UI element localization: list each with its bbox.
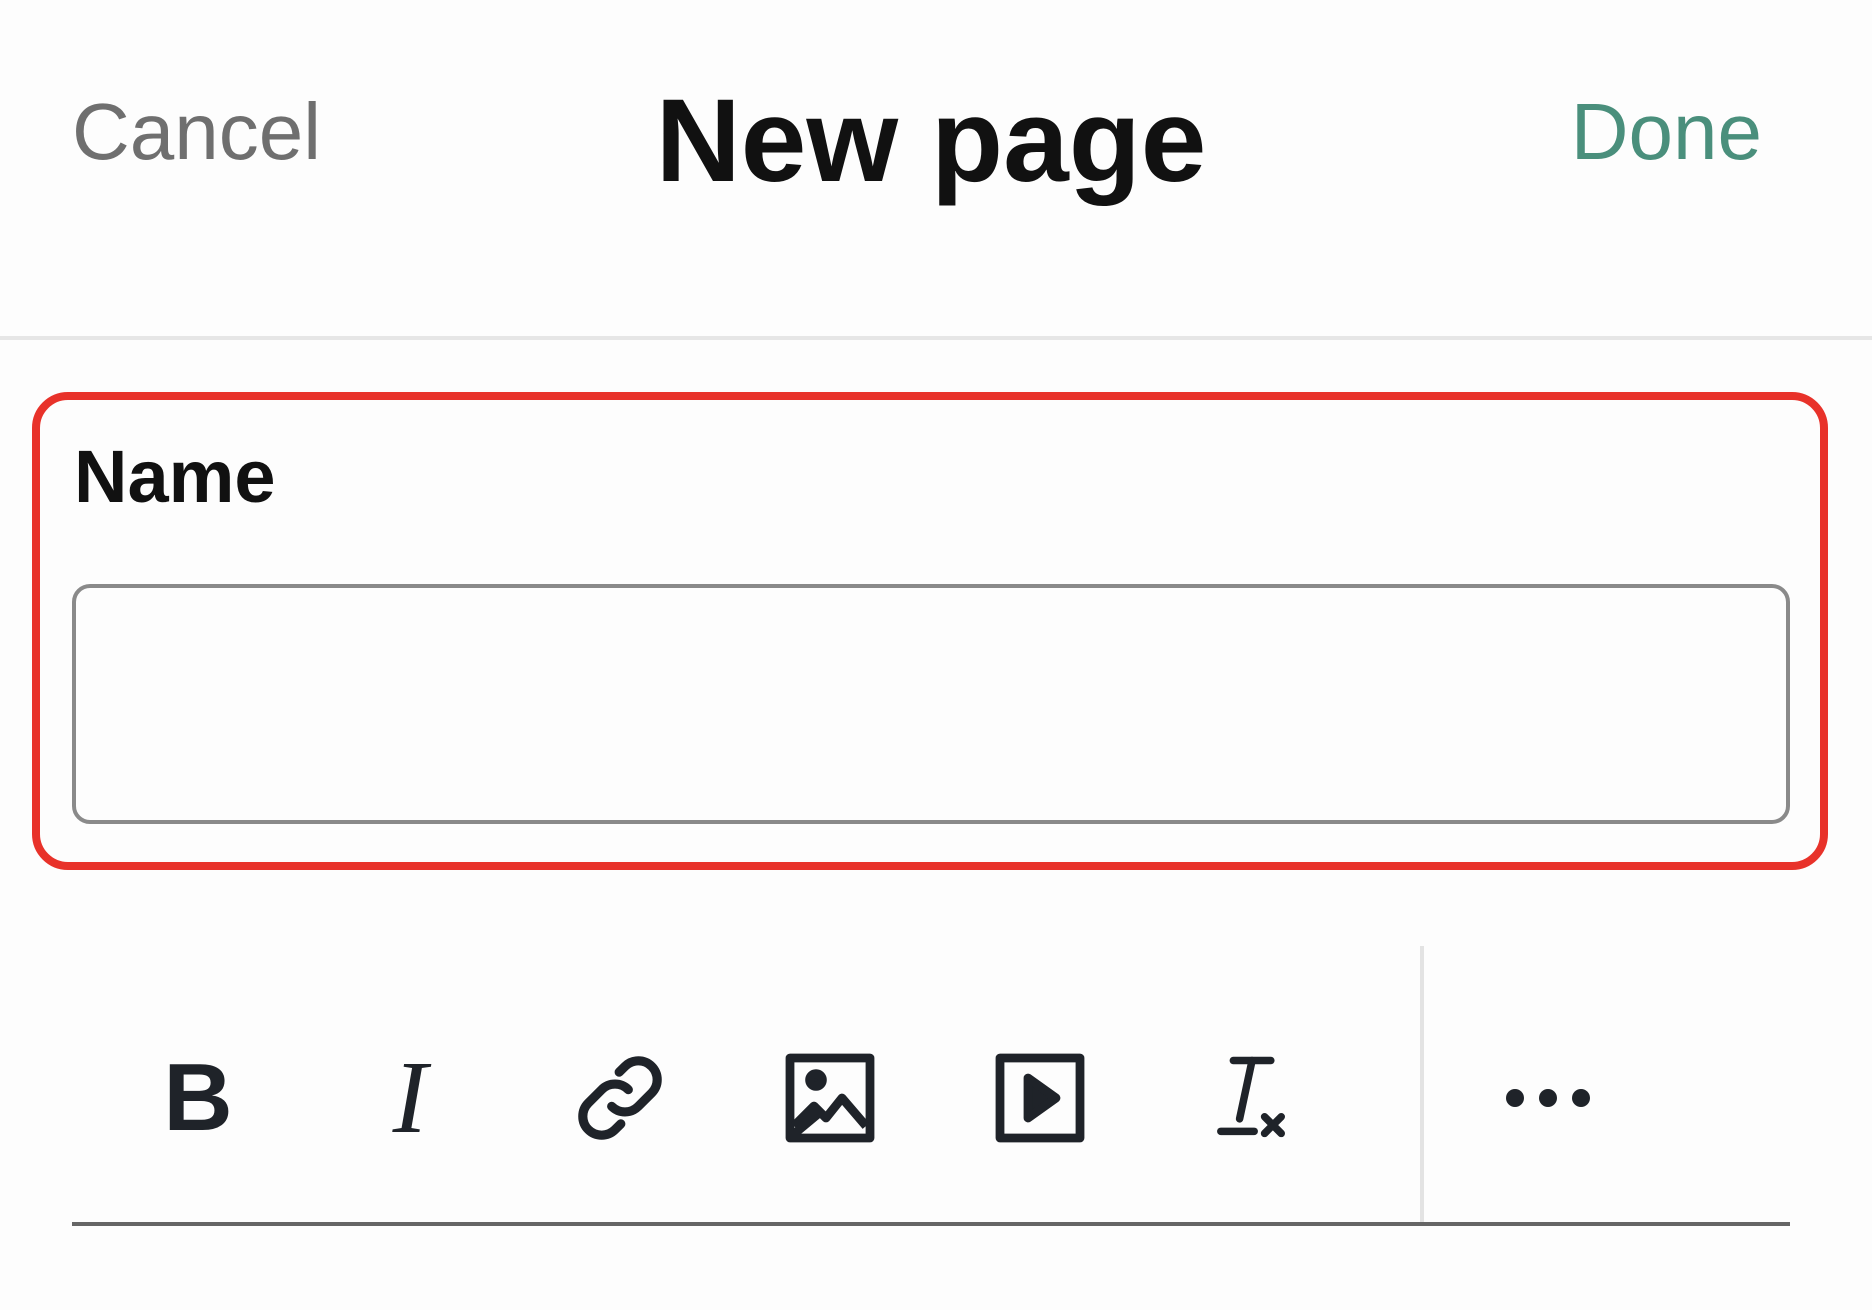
italic-button[interactable]: I: [340, 1028, 480, 1168]
image-button[interactable]: [760, 1028, 900, 1168]
clear-format-icon: [1217, 1056, 1285, 1138]
italic-icon: I: [392, 1040, 428, 1155]
bold-icon: B: [163, 1044, 233, 1151]
video-button[interactable]: [970, 1028, 1110, 1168]
clear-format-button[interactable]: [1180, 1028, 1320, 1168]
link-button[interactable]: [550, 1028, 690, 1168]
bold-button[interactable]: B: [128, 1028, 268, 1168]
editor-divider: [72, 1222, 1790, 1226]
image-icon: [785, 1053, 875, 1143]
name-label: Name: [74, 435, 276, 518]
video-icon: [995, 1053, 1085, 1143]
nav-header: Cancel New page Done: [0, 0, 1872, 340]
more-options-button[interactable]: [1478, 1028, 1618, 1168]
done-button[interactable]: Done: [1571, 92, 1762, 172]
link-icon: [578, 1056, 662, 1140]
more-icon: [1506, 1089, 1590, 1107]
formatting-toolbar: B I: [72, 946, 1790, 1226]
name-input[interactable]: [72, 584, 1790, 824]
toolbar-divider: [1420, 946, 1424, 1222]
